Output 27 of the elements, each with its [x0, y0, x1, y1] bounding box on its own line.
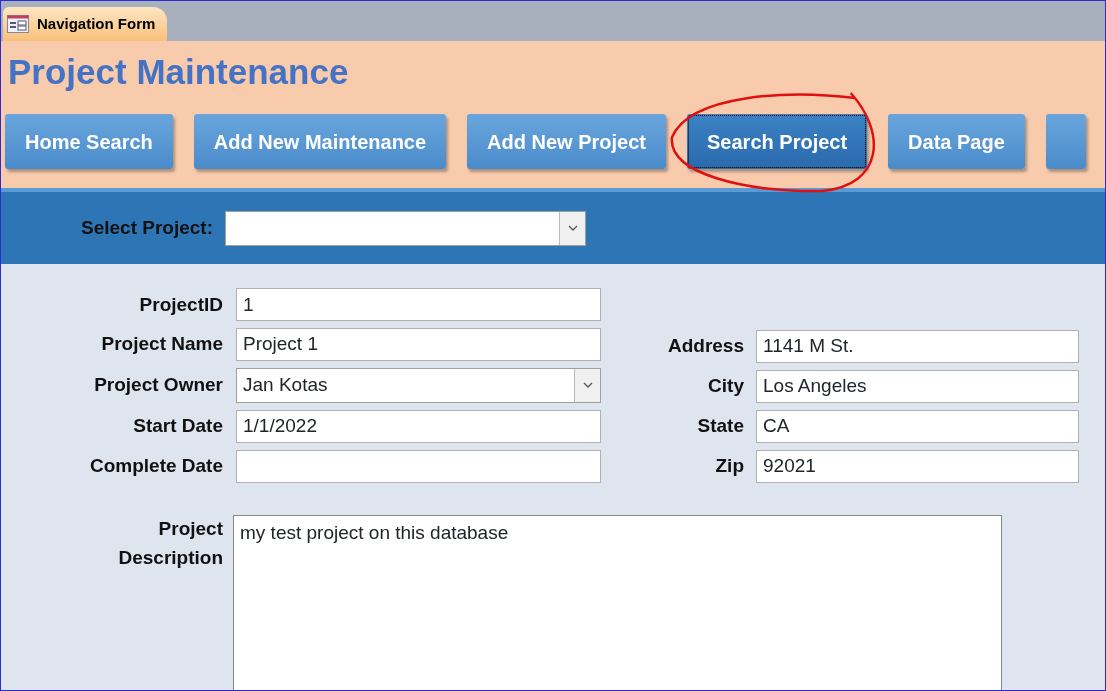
input-field[interactable]: 92021: [756, 450, 1079, 483]
input-field[interactable]: CA: [756, 410, 1079, 443]
form-tab[interactable]: Navigation Form: [3, 7, 168, 41]
field-label: Project Name: [100, 332, 223, 357]
field-label: Select Project:: [81, 215, 213, 240]
form-icon: [7, 15, 29, 33]
input-field[interactable]: 1141 M St.: [756, 330, 1079, 363]
field-label: City: [707, 374, 744, 399]
select-project-dropdown[interactable]: [225, 210, 586, 246]
nav-button[interactable]: Search Project: [687, 114, 868, 169]
field-label: ProjectID: [138, 292, 223, 317]
field-label: Address: [666, 334, 744, 359]
field-label: State: [696, 414, 744, 439]
dropdown-field[interactable]: Jan Kotas: [236, 368, 601, 403]
field-label: Project Description: [117, 517, 223, 570]
field-label: Start Date: [132, 414, 223, 439]
input-field[interactable]: Project 1: [236, 328, 601, 362]
nav-button[interactable]: [1045, 114, 1086, 169]
description-field[interactable]: my test project on this database: [233, 515, 1002, 690]
field-label: Complete Date: [88, 453, 223, 478]
input-field[interactable]: 1: [236, 288, 601, 322]
form-title: Project Maintenance: [8, 51, 350, 93]
field-label: Zip: [714, 454, 744, 479]
input-field[interactable]: 1/1/2022: [236, 409, 601, 443]
input-field[interactable]: Los Angeles: [756, 370, 1079, 403]
input-field[interactable]: [236, 449, 601, 483]
field-label: Project Owner: [93, 373, 223, 398]
